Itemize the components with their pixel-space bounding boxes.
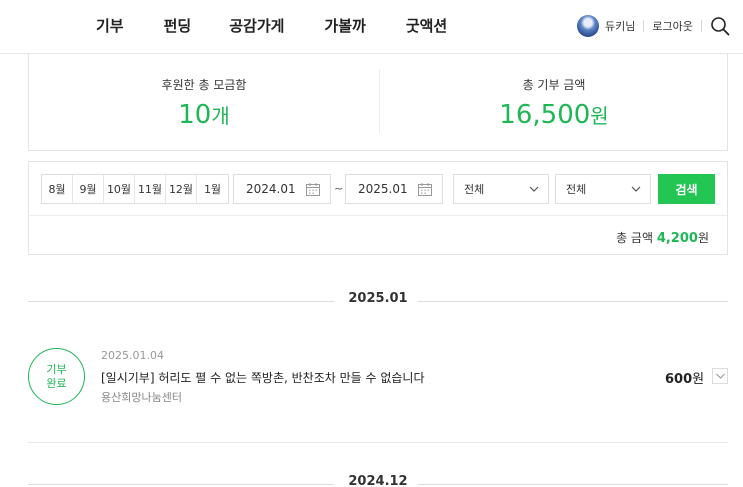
supported-count: 후원한 총 모금함 10개 (29, 54, 379, 151)
date-from-input[interactable]: 2024.01 (233, 174, 331, 204)
divider (418, 484, 728, 485)
nav-good-action[interactable]: 굿액션 (406, 15, 447, 36)
nav-go[interactable]: 가볼까 (324, 15, 365, 36)
month-tab[interactable]: 11월 (135, 175, 166, 203)
supported-value: 10개 (178, 100, 230, 130)
donation-org: 용산희망나눔센터 (101, 391, 182, 404)
divider (700, 20, 702, 32)
chevron-down-icon (529, 186, 539, 192)
calendar-icon (306, 183, 320, 196)
month-tabs: 8월 9월 10월 11월 12월 1월 (41, 174, 229, 204)
donation-value: 16,500원 (499, 100, 609, 130)
main-nav: 기부 펀딩 공감가게 가볼까 굿액션 (96, 15, 447, 36)
user-area: 듀키님 로그아웃 (577, 15, 710, 37)
donation-title[interactable]: [일시기부] 허리도 펼 수 없는 쪽방촌, 반찬조차 만들 수 없습니다 (101, 369, 425, 386)
month-tab[interactable]: 9월 (73, 175, 104, 203)
logout-link[interactable]: 로그아웃 (652, 18, 692, 34)
date-to-input[interactable]: 2025.01 (345, 174, 443, 204)
filter-panel: 8월 9월 10월 11월 12월 1월 2024.01 ~ 2025.01 전… (28, 161, 728, 255)
donation-total: 총 기부 금액 16,500원 (379, 54, 729, 151)
month-heading: 2025.01 (28, 291, 728, 311)
donation-amount: 600원 (665, 372, 705, 387)
status-select[interactable]: 전체 (555, 174, 651, 204)
chevron-down-icon (716, 373, 725, 379)
chevron-down-icon (631, 186, 641, 192)
month-heading-label: 2024.12 (348, 474, 408, 487)
nav-donation[interactable]: 기부 (96, 15, 124, 36)
type-select[interactable]: 전체 (453, 174, 549, 204)
divider (418, 301, 728, 302)
status-badge: 기부 완료 (28, 348, 85, 405)
donation-item: 기부 완료 2025.01.04 [일시기부] 허리도 펼 수 없는 쪽방촌, 반… (28, 338, 728, 443)
calendar-icon (418, 183, 432, 196)
month-tab[interactable]: 1월 (197, 175, 228, 203)
divider (29, 215, 727, 216)
month-heading: 2024.12 (28, 474, 728, 487)
expand-toggle[interactable] (712, 368, 728, 384)
date-range-separator: ~ (334, 182, 344, 195)
avatar[interactable] (577, 15, 599, 37)
donation-date: 2025.01.04 (101, 349, 164, 362)
top-header: 기부 펀딩 공감가게 가볼까 굿액션 듀키님 로그아웃 (0, 0, 743, 54)
user-name[interactable]: 듀키님 (605, 18, 635, 34)
month-tab[interactable]: 10월 (104, 175, 135, 203)
divider (643, 20, 645, 32)
nav-store[interactable]: 공감가게 (229, 15, 284, 36)
month-tab[interactable]: 12월 (166, 175, 197, 203)
donation-summary: 후원한 총 모금함 10개 총 기부 금액 16,500원 (28, 54, 728, 151)
month-heading-label: 2025.01 (348, 291, 408, 306)
supported-label: 후원한 총 모금함 (161, 78, 247, 92)
nav-funding[interactable]: 펀딩 (164, 15, 192, 36)
search-icon[interactable] (710, 16, 730, 36)
donation-label: 총 기부 금액 (522, 78, 586, 92)
search-button[interactable]: 검색 (658, 174, 715, 204)
month-tab[interactable]: 8월 (42, 175, 73, 203)
filter-total: 총 금액 4,200원 (616, 231, 709, 246)
